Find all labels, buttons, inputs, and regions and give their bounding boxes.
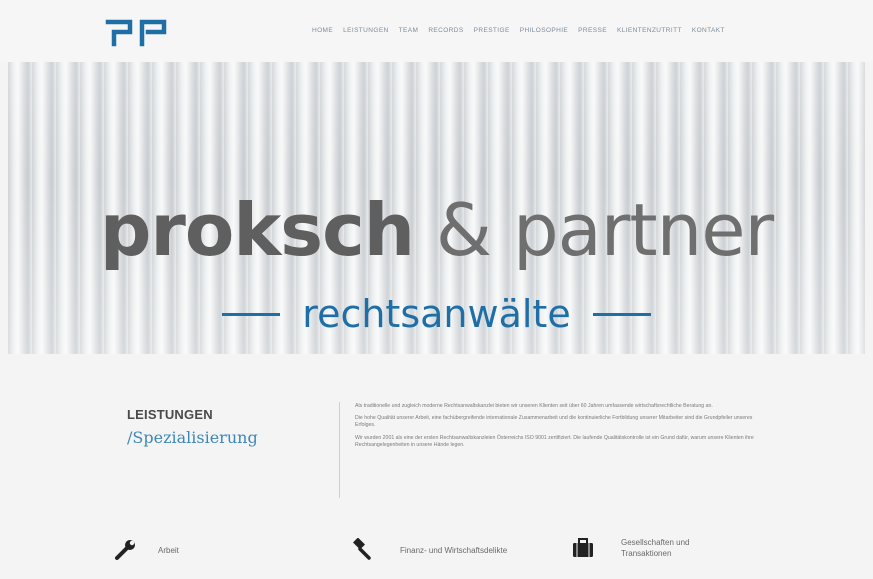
paragraph: Die hohe Qualität unserer Arbeit, eine f… [355,415,753,429]
hero-banner: proksch & partner rechtsanwälte [8,62,865,354]
nav-home[interactable]: HOME [312,27,333,34]
gavel-icon [352,538,371,560]
gp-logo-icon[interactable] [104,18,168,48]
briefcase-icon [573,538,593,557]
service-gesellschaften[interactable]: Gesellschaften und Transaktionen [571,536,721,560]
hero-title-rest: & partner [414,188,774,272]
service-label: Gesellschaften und Transaktionen [621,538,690,558]
service-arbeit[interactable]: Arbeit [114,538,179,562]
section-divider [339,402,340,498]
section-title: LEISTUNGEN [127,407,213,422]
hero-line-right [592,312,651,316]
hero-subtitle: rechtsanwälte [8,292,865,336]
section-subtitle: /Spezialisierung [127,428,258,447]
service-label: Finanz- und Wirtschaftsdelikte [400,545,508,555]
hero-line-left [222,312,281,316]
section-text: Als traditionelle und zugleich moderne R… [355,403,773,454]
site-header: HOME LEISTUNGEN TEAM RECORDS PRESTIGE PH… [0,0,873,62]
hero-title: proksch & partner [8,194,865,266]
nav-kontakt[interactable]: KONTAKT [692,27,725,34]
nav-leistungen[interactable]: LEISTUNGEN [343,27,389,34]
nav-philosophie[interactable]: PHILOSOPHIE [520,27,568,34]
nav-prestige[interactable]: PRESTIGE [474,27,510,34]
wrench-icon [115,540,135,560]
main-nav: HOME LEISTUNGEN TEAM RECORDS PRESTIGE PH… [312,27,725,34]
hero-subtitle-text: rechtsanwälte [302,292,571,336]
nav-presse[interactable]: PRESSE [578,27,607,34]
nav-klientenzutritt[interactable]: KLIENTENZUTRITT [617,27,682,34]
service-finanz[interactable]: Finanz- und Wirtschaftsdelikte [348,538,507,562]
paragraph: Wir wurden 2001 als eine der ersten Rech… [355,434,754,448]
service-label: Arbeit [158,545,179,555]
nav-team[interactable]: TEAM [399,27,419,34]
paragraph: Als traditionelle und zugleich moderne R… [355,403,713,409]
hero-title-strong: proksch [99,188,415,272]
nav-records[interactable]: RECORDS [428,27,463,34]
